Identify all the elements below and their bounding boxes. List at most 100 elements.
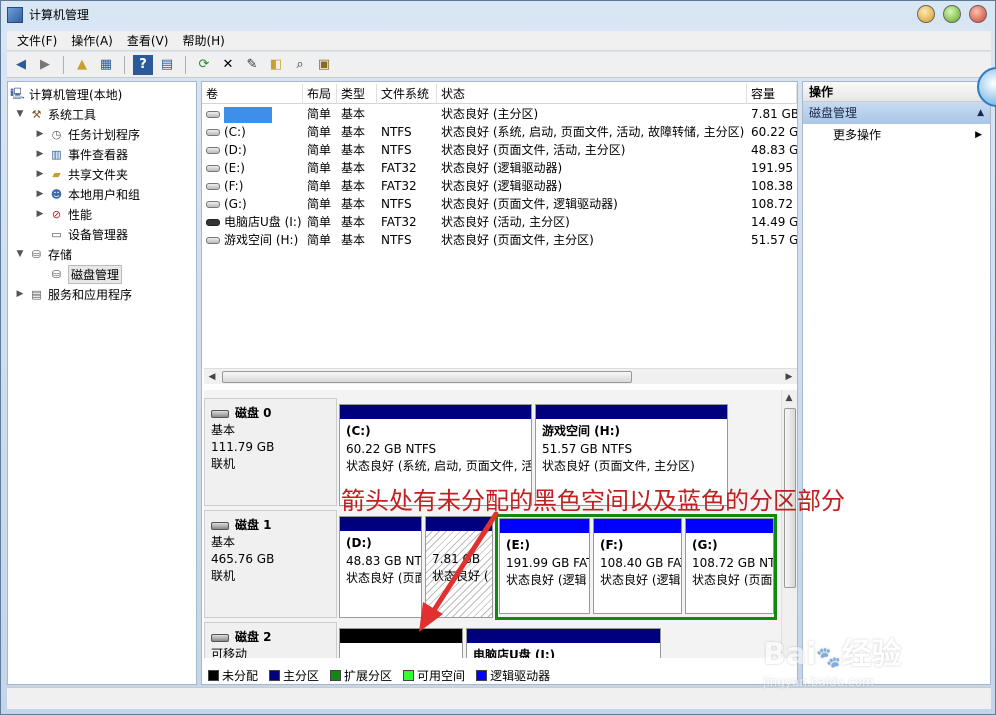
baidu-watermark: Bai🐾经验 jingyan.baidu.com <box>763 637 902 689</box>
volume-icon <box>206 165 220 172</box>
help-icon[interactable]: ? <box>133 54 153 75</box>
actions-section-disk-management[interactable]: 磁盘管理 ▲ <box>803 102 990 124</box>
tree-item-system-tools[interactable]: ▼ ⚒ 系统工具 <box>14 104 96 124</box>
partition-status: 状态良好 (页面 <box>692 573 773 587</box>
column-header-capacity[interactable]: 容量 <box>747 84 797 104</box>
column-header-layout[interactable]: 布局 <box>303 84 337 104</box>
partition-e[interactable]: (E:) 191.99 GB FAT32 状态良好 (逻辑 <box>499 518 590 614</box>
partition-f[interactable]: (F:) 108.40 GB FAT32 状态良好 (逻辑 <box>593 518 682 614</box>
maximize-button[interactable] <box>943 5 961 23</box>
disk-size: 111.79 GB <box>211 440 275 454</box>
scroll-up-icon[interactable]: ▲ <box>782 391 796 405</box>
scroll-right-icon[interactable]: ▶ <box>782 370 796 384</box>
table-cell-status: 状态良好 (页面文件, 活动, 主分区) <box>441 143 626 157</box>
legend-swatch <box>269 669 281 681</box>
table-cell-layout: 简单 <box>307 143 332 157</box>
expand-down-icon[interactable]: ▼ <box>14 249 26 259</box>
table-row[interactable]: (D:) 简单基本 NTFS 状态良好 (页面文件, 活动, 主分区) 48.83 GB <box>202 141 797 159</box>
refresh-icon[interactable]: ⟳ <box>194 55 214 75</box>
back-arrow-icon[interactable]: ◀ <box>11 55 31 75</box>
disk-2-label[interactable]: 磁盘 2 可移动 <box>204 622 337 658</box>
expand-down-icon[interactable]: ▼ <box>14 109 26 119</box>
table-cell-layout: 简单 <box>307 125 332 139</box>
actions-pane: 操作 磁盘管理 ▲ 更多操作 ▶ <box>802 81 991 685</box>
menu-view[interactable]: 查看(V) <box>127 32 169 49</box>
menu-file[interactable]: 文件(F) <box>17 32 57 49</box>
table-row[interactable]: 电脑店U盘 (I:) 简单 基本 FAT32 状态良好 (活动, 主分区) 14.49 G… <box>202 213 797 231</box>
tree-item-event-viewer[interactable]: ▶ ▥ 事件查看器 <box>34 144 128 164</box>
tree-item-label: 事件查看器 <box>68 147 129 162</box>
disk-icon <box>211 521 229 530</box>
tree-item-task-scheduler[interactable]: ▶ ◷ 任务计划程序 <box>34 124 140 144</box>
title-bar: 计算机管理 <box>1 1 995 28</box>
menu-action[interactable]: 操作(A) <box>71 32 113 49</box>
minimize-button[interactable] <box>917 5 935 23</box>
show-tree-icon[interactable]: ▦ <box>96 55 116 75</box>
table-cell-layout: 简单 <box>307 197 332 211</box>
table-cell-layout: 简单 <box>307 233 332 247</box>
close-button[interactable] <box>969 5 987 23</box>
table-row[interactable]: (E:) 简单基本 FAT32 状态良好 (逻辑驱动器) 191.95 GB <box>202 159 797 177</box>
disk-name: 磁盘 2 <box>235 630 272 644</box>
checkup-icon[interactable]: ▣ <box>314 55 334 75</box>
tree-item-computer-management[interactable]: 🖳 计算机管理(本地) <box>10 84 122 104</box>
table-row[interactable]: (F:) 简单基本 FAT32 状态良好 (逻辑驱动器) 108.38 GB <box>202 177 797 195</box>
tree-item-storage[interactable]: ▼ ⛁ 存储 <box>14 244 72 264</box>
partition-title: 游戏空间 (H:) <box>542 424 620 438</box>
tree-item-device-manager[interactable]: ▭ 设备管理器 <box>34 224 128 244</box>
tree-item-services-applications[interactable]: ▶ ▤ 服务和应用程序 <box>14 284 132 304</box>
expand-right-icon[interactable]: ▶ <box>34 209 46 219</box>
volume-name: (C:) <box>224 125 246 139</box>
expand-right-icon[interactable]: ▶ <box>34 169 46 179</box>
disk-0-label[interactable]: 磁盘 0 基本 111.79 GB 联机 <box>204 398 337 506</box>
table-row[interactable]: 游戏空间 (H:) 简单 基本 NTFS 状态良好 (页面文件, 主分区) 51.57 G… <box>202 231 797 249</box>
partition-status: 状态良好 (系统, 启动, 页面文件, 活 <box>346 459 532 473</box>
table-cell-fs <box>377 105 437 123</box>
expand-right-icon[interactable]: ▶ <box>34 129 46 139</box>
expand-right-icon[interactable]: ▶ <box>34 189 46 199</box>
search-icon[interactable]: ⌕ <box>290 55 310 75</box>
scroll-left-icon[interactable]: ◀ <box>205 370 219 384</box>
horizontal-scrollbar[interactable]: ◀ ▶ <box>204 368 797 384</box>
column-header-volume[interactable]: 卷 <box>202 84 303 104</box>
expand-right-icon[interactable]: ▶ <box>34 149 46 159</box>
collapse-up-icon[interactable]: ▲ <box>977 102 984 124</box>
disk-management-icon: ⛁ <box>51 267 62 281</box>
table-cell-status: 状态良好 (逻辑驱动器) <box>441 179 563 193</box>
table-row[interactable]: (G:) 简单基本 NTFS 状态良好 (页面文件, 逻辑驱动器) 108.72 GB <box>202 195 797 213</box>
more-actions-label: 更多操作 <box>833 128 882 142</box>
properties-pane-icon[interactable]: ▤ <box>157 55 177 75</box>
tree-item-performance[interactable]: ▶ ⊘ 性能 <box>34 204 92 224</box>
vertical-scrollbar[interactable]: ▲ <box>781 390 797 658</box>
expand-right-icon[interactable]: ▶ <box>14 289 26 299</box>
table-cell-fs: FAT32 <box>381 179 417 193</box>
tree-item-disk-management[interactable]: ⛁ 磁盘管理 <box>34 264 123 284</box>
tree-item-label: 磁盘管理 <box>68 264 123 284</box>
table-row[interactable]: 简单 基本 状态良好 (主分区) 7.81 GB <box>202 105 797 123</box>
column-header-status[interactable]: 状态 <box>437 84 747 104</box>
partition-bar <box>686 519 773 533</box>
tree-item-shared-folders[interactable]: ▶ ▰ 共享文件夹 <box>34 164 128 184</box>
open-folder-icon[interactable]: ◧ <box>266 55 286 75</box>
more-actions-item[interactable]: 更多操作 ▶ <box>803 124 990 146</box>
scrollbar-thumb[interactable] <box>222 371 632 383</box>
table-cell-status: 状态良好 (主分区) <box>441 107 539 121</box>
computer-icon: 🖳 <box>10 86 25 100</box>
table-cell-type: 基本 <box>341 125 366 139</box>
delete-icon[interactable]: ✕ <box>218 55 238 75</box>
forward-arrow-icon[interactable]: ▶ <box>35 55 55 75</box>
column-header-filesystem[interactable]: 文件系统 <box>377 84 437 104</box>
column-header-type[interactable]: 类型 <box>337 84 377 104</box>
tree-item-label: 计算机管理(本地) <box>29 87 123 102</box>
table-row[interactable]: (C:) 简单 基本 NTFS 状态良好 (系统, 启动, 页面文件, 活动, 故障转储… <box>202 123 797 141</box>
menu-help[interactable]: 帮助(H) <box>182 32 224 49</box>
up-folder-icon[interactable]: ▲ <box>72 55 92 75</box>
table-cell-name <box>202 105 303 123</box>
partition-bar <box>340 405 531 419</box>
partition-g[interactable]: (G:) 108.72 GB NTFS 状态良好 (页面 <box>685 518 774 614</box>
tree-item-label: 服务和应用程序 <box>48 287 133 302</box>
tree-item-label: 共享文件夹 <box>68 167 129 182</box>
tree-item-local-users[interactable]: ▶ ☻ 本地用户和组 <box>34 184 140 204</box>
properties-icon[interactable]: ✎ <box>242 55 262 75</box>
disk-1-label[interactable]: 磁盘 1 基本 465.76 GB 联机 <box>204 510 337 618</box>
